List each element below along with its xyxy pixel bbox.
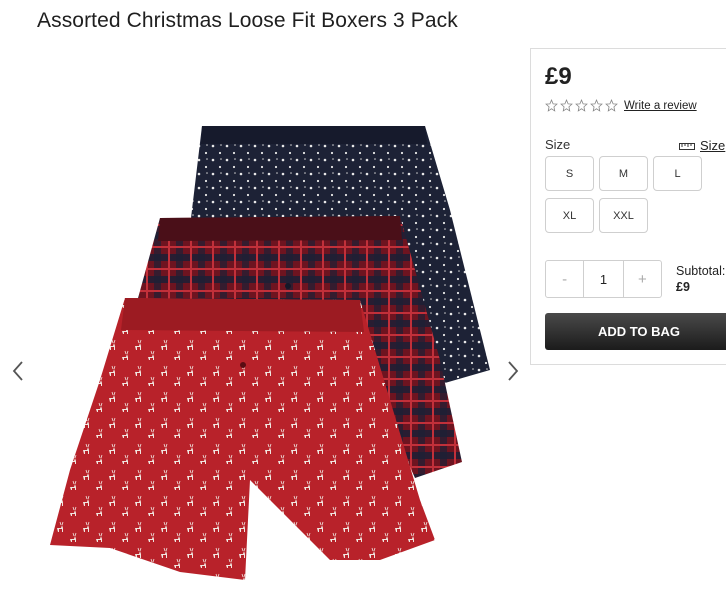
star-outline-icon: [605, 99, 618, 112]
chevron-left-icon: [12, 361, 23, 381]
purchase-panel: £9 Write a review Size Size S M L XL XXL…: [530, 48, 726, 365]
size-label: Size: [545, 137, 571, 152]
chevron-right-icon: [508, 361, 519, 381]
size-option-xxl[interactable]: XXL: [599, 198, 648, 233]
star-outline-icon: [575, 99, 588, 112]
add-to-bag-button[interactable]: ADD TO BAG: [545, 313, 726, 350]
subtotal-value: £9: [676, 280, 690, 294]
star-outline-icon: [545, 99, 558, 112]
quantity-increase-button[interactable]: +: [624, 261, 661, 297]
boxers-product-image: [50, 126, 490, 580]
size-guide-label: Size: [700, 138, 726, 153]
product-gallery: [0, 100, 530, 590]
quantity-stepper: - 1 +: [545, 260, 662, 298]
size-option-m[interactable]: M: [599, 156, 648, 191]
size-guide-link[interactable]: Size: [679, 138, 725, 153]
write-review-link[interactable]: Write a review: [624, 100, 697, 112]
quantity-decrease-button[interactable]: -: [546, 261, 583, 297]
size-option-xl[interactable]: XL: [545, 198, 594, 233]
subtotal-label: Subtotal:: [676, 264, 726, 278]
quantity-input[interactable]: 1: [583, 261, 624, 297]
star-outline-icon: [590, 99, 603, 112]
product-title: Assorted Christmas Loose Fit Boxers 3 Pa…: [37, 9, 458, 32]
ruler-icon: [679, 142, 695, 150]
star-outline-icon: [560, 99, 573, 112]
size-option-l[interactable]: L: [653, 156, 702, 191]
product-price: £9: [545, 63, 572, 90]
gallery-prev-button[interactable]: [8, 356, 28, 386]
size-option-s[interactable]: S: [545, 156, 594, 191]
subtotal: Subtotal: £9: [676, 263, 725, 295]
gallery-next-button[interactable]: [503, 356, 523, 386]
rating-row: Write a review: [545, 99, 697, 112]
